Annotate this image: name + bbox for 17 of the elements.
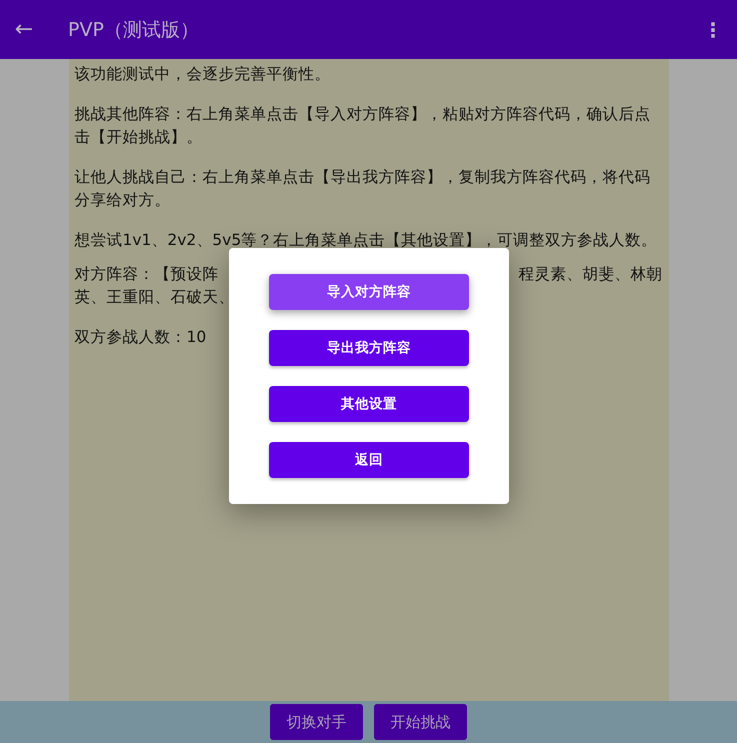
action-button[interactable]: 切换对手 — [270, 704, 363, 740]
lineup-text: 程灵素、胡斐、林朝 — [518, 264, 662, 285]
lineup-text: 英、王重阳、石破天、 — [74, 288, 234, 306]
dialog-button[interactable]: 其他设置 — [269, 386, 469, 422]
info-paragraph: 想尝试1v1、2v2、5v5等？右上角菜单点击【其他设置】，可调整双方参战人数。 — [74, 230, 658, 251]
info-paragraph: 让他人挑战自己：右上角菜单点击【导出我方阵容】，复制我方阵容代码，将代码分享给对方。 — [74, 167, 652, 211]
dialog-button[interactable]: 返回 — [269, 442, 469, 478]
app-title: PVP（测试版） — [68, 18, 199, 42]
participant-count: 双方参战人数：10 — [74, 328, 206, 346]
info-paragraph: 挑战其他阵容：右上角菜单点击【导入对方阵容】，粘贴对方阵容代码，确认后点击【开始挑战】。 — [74, 104, 652, 148]
more-menu-icon[interactable]: ⋮ — [703, 18, 723, 42]
back-icon[interactable]: ← — [12, 17, 36, 42]
info-paragraph: 该功能测试中，会逐步完善平衡性。 — [74, 64, 332, 85]
dialog-button[interactable]: 导出我方阵容 — [269, 330, 469, 366]
action-button[interactable]: 开始挑战 — [374, 704, 467, 740]
lineup-text: 对方阵容：【预设阵 — [74, 264, 218, 285]
dialog-button[interactable]: 导入对方阵容 — [269, 274, 469, 310]
